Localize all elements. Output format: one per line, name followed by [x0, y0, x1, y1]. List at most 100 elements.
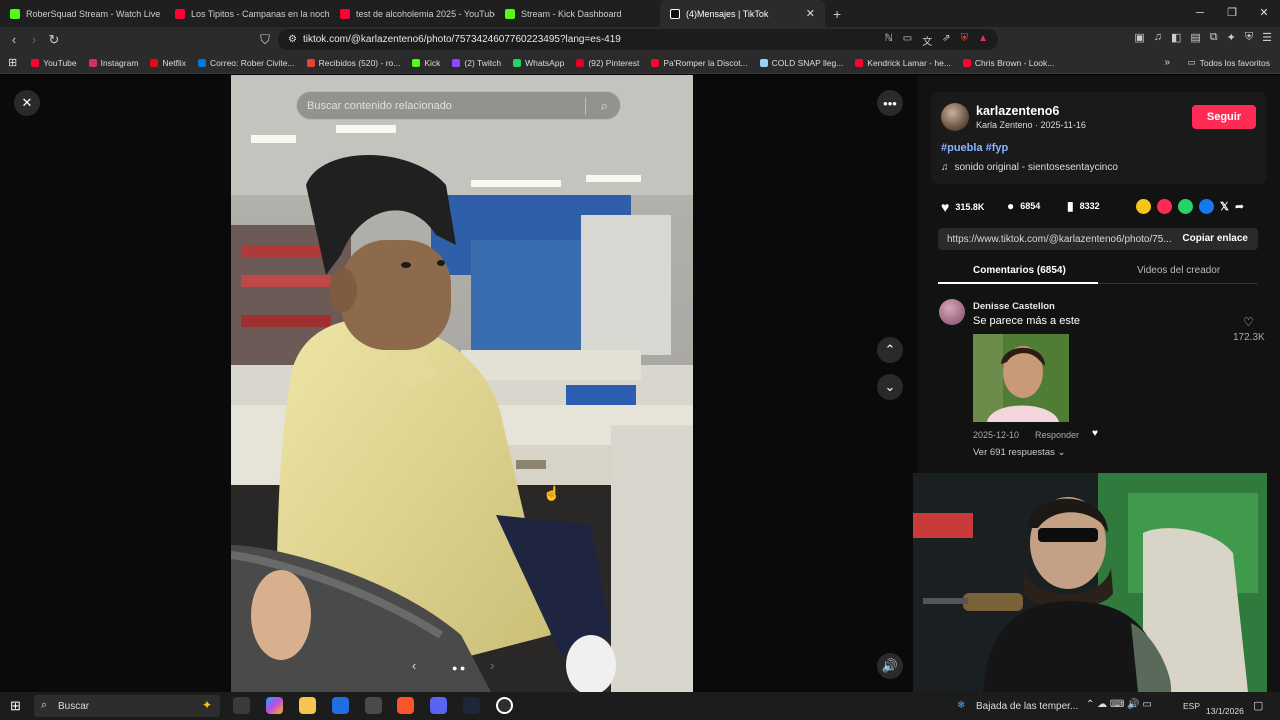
hashtags[interactable]: #puebla #fyp — [941, 142, 1008, 154]
bookmark-item[interactable]: Instagram — [83, 58, 145, 68]
bookmark-save-icon[interactable]: ▮ — [1067, 199, 1074, 213]
coin-share-icon[interactable] — [1136, 199, 1151, 214]
sidebar-icon[interactable]: ◧ — [1171, 31, 1181, 44]
new-tab-button[interactable]: + — [833, 6, 841, 22]
tab-robersquad[interactable]: RoberSquad Stream - Watch Live — [0, 0, 165, 27]
comment-image[interactable] — [973, 334, 1069, 422]
related-search-input[interactable]: Buscar contenido relacionado ⌕ — [296, 91, 621, 120]
volume-button[interactable]: 🔊 — [877, 653, 903, 679]
brave-rewards-icon[interactable]: ▲ — [978, 33, 988, 48]
system-date[interactable]: 13/1/2026 — [1206, 706, 1244, 716]
facebook-share-icon[interactable] — [1199, 199, 1214, 214]
comment-like-icon[interactable]: ♡ — [1243, 315, 1254, 329]
bookmark-item[interactable]: Netflix — [144, 58, 192, 68]
bookmark-item[interactable]: Recibidos (520) - ro... — [301, 58, 407, 68]
bookmark-item[interactable]: Chris Brown - Look... — [957, 58, 1060, 68]
store-icon[interactable] — [332, 697, 349, 714]
toolbar-icons: ▣ ♫ ◧ ▤ ⧉ ✦ ⛨ ☰ — [1134, 31, 1272, 44]
creator-avatar[interactable] — [941, 103, 969, 131]
reader-icon[interactable]: ℕ — [885, 33, 893, 48]
like-stat[interactable]: ♥ 315.8K — [941, 199, 984, 215]
sound-link[interactable]: ♫ sonido original - sientosesentaycinco — [941, 162, 1118, 173]
comment-icon[interactable]: ● — [1007, 199, 1014, 213]
tab-los-tipitos[interactable]: Los Tipitos - Campanas en la noche — [165, 0, 330, 27]
language-indicator[interactable]: ESP — [1183, 701, 1200, 711]
tray-icons[interactable]: ⌃ ☁ ⌨ 🔊 ▭ — [1086, 699, 1152, 710]
obs-icon[interactable] — [496, 697, 513, 714]
tab-tiktok[interactable]: (4)Mensajes | TikTok ✕ — [660, 0, 825, 27]
restore-button[interactable]: ❐ — [1216, 0, 1248, 27]
apps-icon[interactable]: ⊞ — [0, 56, 25, 69]
bookmark-item[interactable]: Correo: Rober Civite... — [192, 58, 301, 68]
next-image-icon[interactable]: › — [490, 658, 494, 673]
next-post-button[interactable]: ⌄ — [877, 374, 903, 400]
comment-author[interactable]: Denisse Castellon — [973, 301, 1055, 312]
bookmark-item[interactable]: (2) Twitch — [446, 58, 507, 68]
post-photo[interactable] — [231, 75, 693, 692]
extensions-icon[interactable]: ⧉ — [1210, 31, 1218, 44]
menu-icon[interactable]: ☰ — [1262, 31, 1272, 44]
brave-shield-icon[interactable]: ⛨ — [961, 33, 969, 48]
notifications-icon[interactable]: ▢ — [1253, 699, 1263, 712]
more-bookmarks-icon[interactable]: » — [1164, 57, 1170, 68]
copilot-icon[interactable] — [266, 697, 283, 714]
bookmark-item[interactable]: YouTube — [25, 58, 82, 68]
search-icon[interactable]: ⌕ — [601, 98, 608, 114]
discord-icon[interactable] — [430, 697, 447, 714]
task-view-icon[interactable] — [233, 697, 250, 714]
cast-icon[interactable]: ▭ — [903, 33, 912, 48]
address-bar[interactable]: ⚙ tiktok.com/@karlazenteno6/photo/757342… — [278, 29, 998, 50]
view-replies-button[interactable]: Ver 691 respuestas ⌄ — [973, 447, 1065, 458]
file-explorer-icon[interactable] — [299, 697, 316, 714]
x-share-icon[interactable]: 𝕏 — [1220, 200, 1229, 213]
bookmark-icon[interactable]: ⛉ — [255, 32, 275, 48]
reload-button[interactable]: ↻ — [44, 32, 64, 48]
vpn-icon[interactable]: ⛨ — [1245, 31, 1253, 44]
tab-alcoholemia[interactable]: test de alcoholemia 2025 - YouTube — [330, 0, 495, 27]
back-button[interactable]: ‹ — [4, 32, 24, 47]
bookmark-item[interactable]: Kick — [406, 58, 446, 68]
close-viewer-button[interactable]: ✕ — [14, 90, 40, 116]
reply-button[interactable]: Responder — [1035, 430, 1079, 440]
save-stat[interactable]: ▮ 8332 — [1067, 199, 1100, 213]
more-share-icon[interactable]: ➦ — [1235, 200, 1244, 213]
send-share-icon[interactable] — [1157, 199, 1172, 214]
share-icon[interactable]: ⇗ — [942, 33, 950, 48]
bookmark-item[interactable]: Kendrick Lamar - he... — [849, 58, 957, 68]
close-tab-icon[interactable]: ✕ — [806, 7, 815, 20]
leo-icon[interactable]: ✦ — [1227, 31, 1236, 44]
commenter-avatar[interactable] — [939, 299, 965, 325]
follow-button[interactable]: Seguir — [1192, 105, 1256, 129]
wallet-icon[interactable]: ▤ — [1190, 31, 1200, 44]
app-icon[interactable] — [365, 697, 382, 714]
heart-icon[interactable]: ♥ — [941, 199, 949, 215]
tab-kick-dashboard[interactable]: Stream - Kick Dashboard — [495, 0, 660, 27]
minimize-button[interactable]: ─ — [1184, 0, 1216, 27]
more-options-button[interactable]: ••• — [877, 90, 903, 116]
tab-comments[interactable]: Comentarios (6854) — [973, 265, 1066, 276]
music-icon[interactable]: ♫ — [1154, 31, 1162, 44]
steam-icon[interactable] — [463, 697, 480, 714]
tab-creator-videos[interactable]: Videos del creador — [1137, 265, 1220, 276]
site-settings-icon[interactable]: ⚙ — [288, 34, 297, 45]
screenshot-icon[interactable]: ▣ — [1134, 31, 1144, 44]
copy-link-button[interactable]: Copiar enlace — [1182, 233, 1248, 244]
whatsapp-share-icon[interactable] — [1178, 199, 1193, 214]
close-window-button[interactable]: ✕ — [1248, 0, 1280, 27]
bookmark-item[interactable]: Pa'Romper la Discot... — [645, 58, 753, 68]
creator-username[interactable]: karlazenteno6 — [976, 104, 1059, 118]
bookmark-item[interactable]: (92) Pinterest — [570, 58, 645, 68]
previous-post-button[interactable]: ⌃ — [877, 337, 903, 363]
weather-text[interactable]: Bajada de las temper... — [976, 701, 1078, 712]
translate-icon[interactable]: 文 — [922, 33, 932, 48]
forward-button[interactable]: › — [24, 32, 44, 47]
taskbar-search[interactable]: ⌕ Buscar ✦ — [34, 695, 220, 717]
windows-start-icon[interactable]: ⊞ — [10, 698, 21, 714]
bookmark-item[interactable]: COLD SNAP lleg... — [754, 58, 850, 68]
bookmark-item[interactable]: WhatsApp — [507, 58, 570, 68]
comment-stat[interactable]: ● 6854 — [1007, 199, 1040, 213]
all-bookmarks[interactable]: ▭ Todos los favoritos — [1188, 57, 1270, 68]
brave-browser-icon[interactable] — [397, 697, 414, 714]
prev-image-icon[interactable]: ‹ — [412, 658, 416, 673]
search-icon: ⌕ — [41, 699, 48, 711]
